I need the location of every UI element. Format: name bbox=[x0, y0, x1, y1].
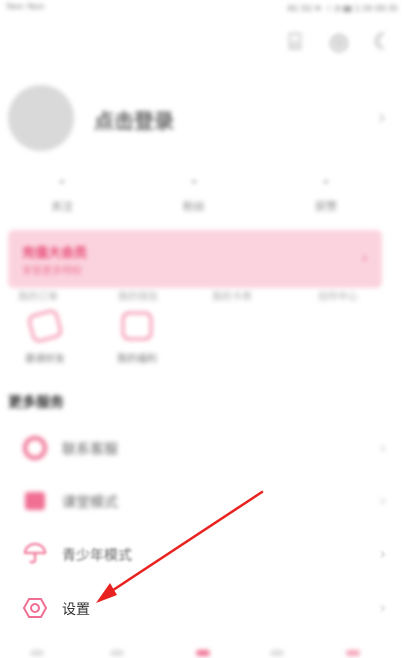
arrow-shaft bbox=[102, 490, 264, 598]
nav-tab[interactable] bbox=[196, 650, 210, 656]
nav-tab[interactable] bbox=[270, 650, 284, 656]
annotation-arrow bbox=[96, 490, 264, 603]
nav-tab[interactable] bbox=[30, 650, 44, 656]
nav-tab[interactable] bbox=[346, 650, 360, 656]
bottom-nav bbox=[0, 648, 408, 658]
nav-tab[interactable] bbox=[110, 650, 124, 656]
arrow-head bbox=[96, 583, 117, 603]
